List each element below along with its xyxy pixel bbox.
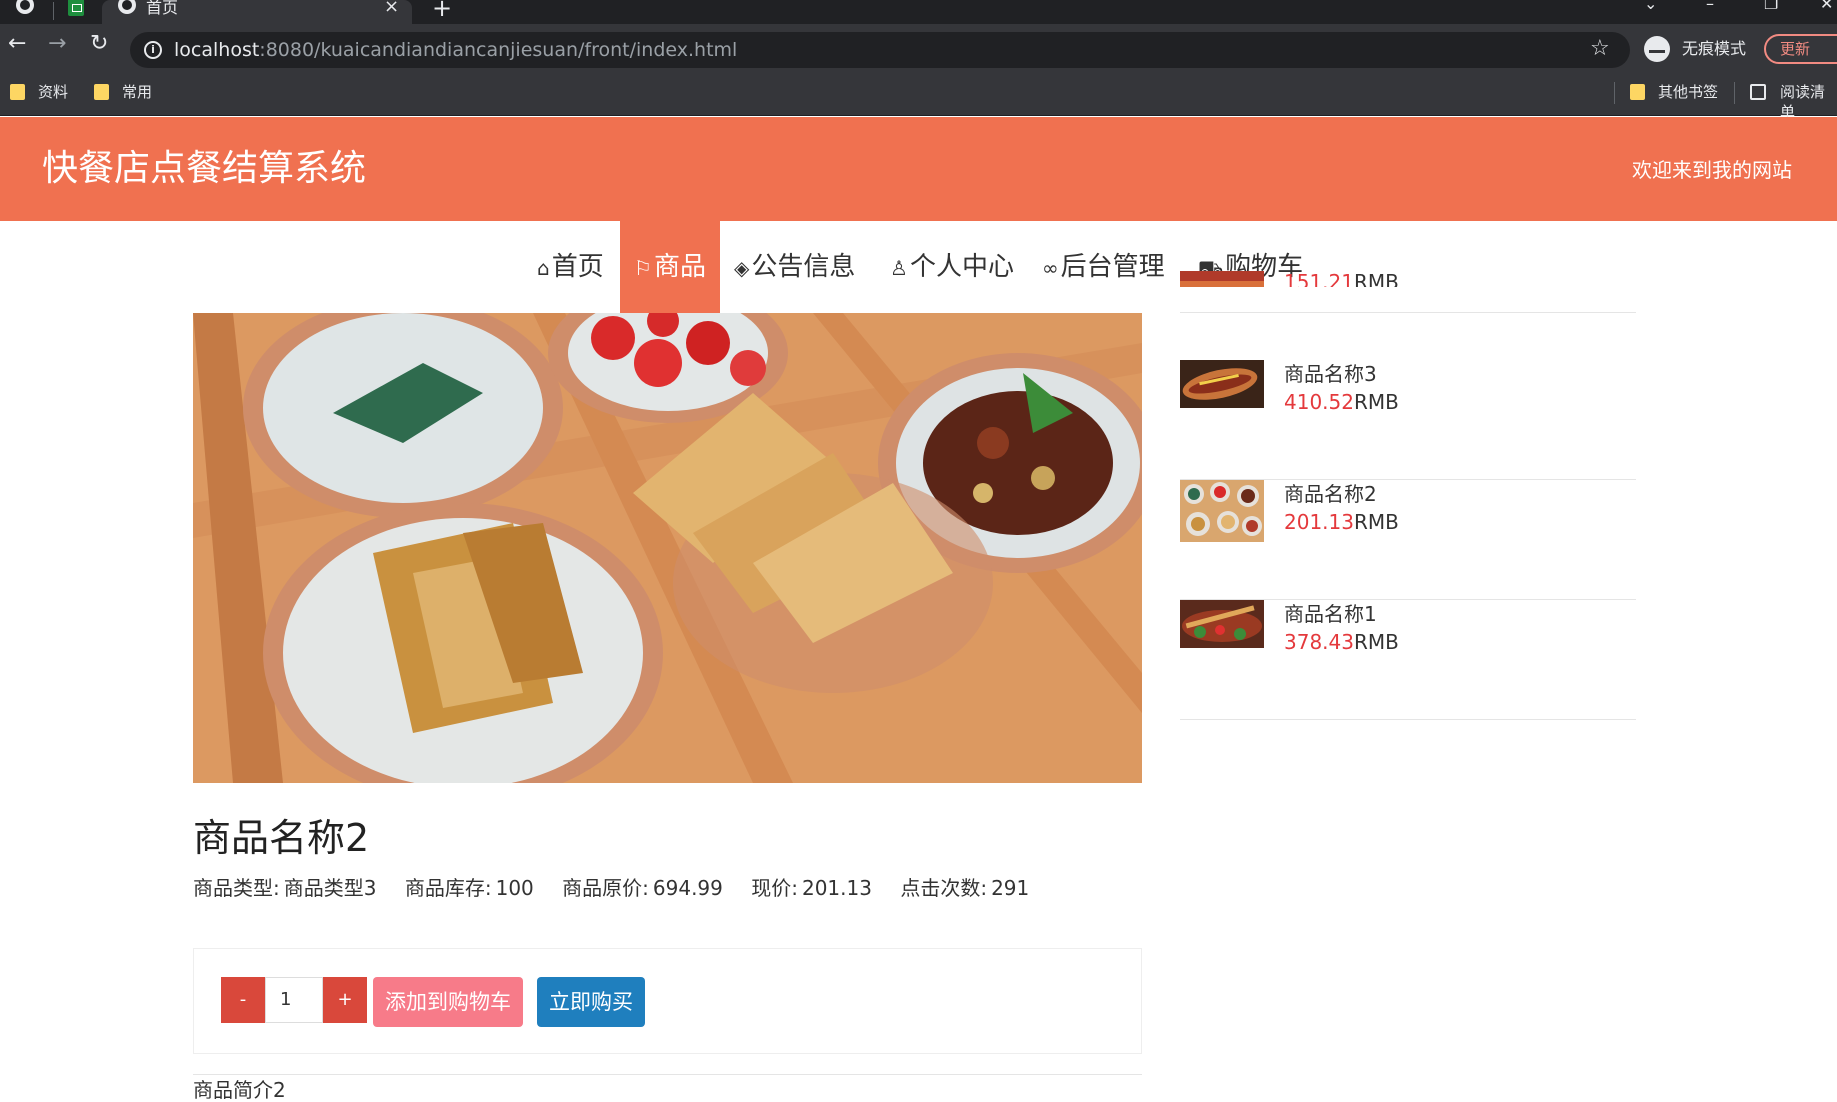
flag-icon: ⚐ bbox=[634, 256, 652, 280]
forward-icon[interactable]: → bbox=[48, 30, 66, 58]
nav-item-profile[interactable]: ♙个人中心 bbox=[890, 221, 1014, 313]
thumbnail-image bbox=[1180, 600, 1264, 648]
food-box-illustration bbox=[193, 313, 1142, 783]
other-bookmarks[interactable]: 其他书签 bbox=[1658, 82, 1718, 102]
product-name[interactable]: 商品名称3 bbox=[1284, 360, 1377, 388]
thumbnail-image bbox=[1180, 360, 1264, 408]
globe-icon[interactable] bbox=[16, 0, 34, 14]
tab-separator bbox=[53, 2, 54, 20]
sheets-icon[interactable] bbox=[68, 0, 84, 16]
stock-value: 100 bbox=[495, 876, 534, 900]
product-price: 201.13RMB bbox=[1284, 510, 1399, 534]
product-intro: 商品简介2 bbox=[193, 1078, 286, 1102]
home-icon: ⌂ bbox=[537, 256, 550, 280]
product-image bbox=[193, 313, 1142, 783]
site-title: 快餐店点餐结算系统 bbox=[42, 148, 367, 189]
buy-now-button[interactable]: 立即购买 bbox=[537, 977, 645, 1027]
product-price: 151.21RMB bbox=[1284, 273, 1399, 287]
product-thumbnail[interactable] bbox=[1180, 600, 1264, 648]
welcome-text: 欢迎来到我的网站 bbox=[1632, 158, 1792, 182]
price-label: 现价: bbox=[751, 876, 798, 900]
reading-list-icon[interactable] bbox=[1750, 84, 1766, 100]
folder-icon bbox=[10, 84, 25, 100]
tab-title: 首页 bbox=[146, 0, 179, 17]
new-tab-icon[interactable]: + bbox=[432, 0, 452, 20]
back-icon[interactable]: ← bbox=[8, 30, 26, 58]
orig-price-value: 694.99 bbox=[652, 876, 723, 900]
tab-close-icon[interactable]: × bbox=[384, 0, 399, 16]
add-to-cart-button[interactable]: 添加到购物车 bbox=[373, 977, 523, 1027]
thumbnail-image bbox=[1180, 271, 1264, 287]
folder-icon bbox=[94, 84, 109, 100]
reading-list[interactable]: 阅读清单 bbox=[1780, 82, 1837, 122]
stock-label: 商品库存: bbox=[404, 876, 492, 900]
list-item[interactable]: 商品名称2 201.13RMB bbox=[1180, 480, 1636, 600]
price-value: 201.13 bbox=[801, 876, 872, 900]
site-info-icon[interactable]: i bbox=[144, 41, 162, 59]
product-name: 商品名称2 bbox=[193, 816, 370, 860]
minimize-icon[interactable]: – bbox=[1706, 0, 1714, 13]
address-bar[interactable]: i localhost:8080/kuaicandiandiancanjiesu… bbox=[130, 32, 1630, 68]
nav-item-notices[interactable]: ◈公告信息 bbox=[734, 221, 855, 313]
clicks-label: 点击次数: bbox=[900, 876, 988, 900]
product-thumbnail[interactable] bbox=[1180, 360, 1264, 408]
clicks-value: 291 bbox=[991, 876, 1030, 900]
bookmark-folder-changyong[interactable]: 常用 bbox=[122, 82, 152, 102]
folder-icon bbox=[1630, 84, 1645, 100]
nav-item-home[interactable]: ⌂首页 bbox=[527, 221, 614, 313]
update-button[interactable]: 更新 bbox=[1764, 34, 1837, 64]
nav-item-admin[interactable]: ∞后台管理 bbox=[1042, 221, 1165, 313]
bookmark-separator bbox=[1614, 82, 1615, 104]
product-meta: 商品类型: 商品类型3 商品库存: 100 商品原价: 694.99 现价: 201.1… bbox=[193, 874, 1051, 902]
list-item[interactable]: 商品名称3 410.52RMB bbox=[1180, 360, 1636, 480]
purchase-panel: - 1 + 添加到购物车 立即购买 bbox=[193, 948, 1142, 1054]
tag-icon: ◈ bbox=[734, 256, 750, 280]
product-name[interactable]: 商品名称2 bbox=[1284, 480, 1377, 508]
list-item[interactable]: 商品名称1 378.43RMB bbox=[1180, 600, 1636, 720]
product-thumbnail[interactable] bbox=[1180, 480, 1264, 542]
list-item[interactable]: 151.21RMB bbox=[1180, 193, 1636, 313]
incognito-icon[interactable] bbox=[1644, 36, 1670, 62]
orig-price-label: 商品原价: bbox=[562, 876, 649, 900]
browser-toolbar: ← → ↻ i localhost:8080/kuaicandiandianca… bbox=[0, 24, 1837, 70]
url-text: localhost:8080/kuaicandiandiancanjiesuan… bbox=[174, 39, 738, 61]
thumbnail-image bbox=[1180, 480, 1264, 542]
bookmarks-bar: 资料 常用 其他书签 阅读清单 bbox=[0, 70, 1837, 121]
quantity-input[interactable]: 1 bbox=[265, 977, 323, 1023]
reload-icon[interactable]: ↻ bbox=[90, 30, 108, 58]
qty-decrease-button[interactable]: - bbox=[221, 977, 265, 1023]
qty-increase-button[interactable]: + bbox=[323, 977, 367, 1023]
product-price: 378.43RMB bbox=[1284, 630, 1399, 654]
link-icon: ∞ bbox=[1042, 256, 1059, 280]
product-name[interactable]: 商品名称1 bbox=[1284, 600, 1377, 628]
bookmark-star-icon[interactable]: ☆ bbox=[1590, 36, 1610, 61]
tab-search-icon[interactable]: ⌄ bbox=[1644, 0, 1657, 13]
incognito-label: 无痕模式 bbox=[1682, 39, 1747, 58]
user-icon: ♙ bbox=[890, 256, 908, 280]
type-label: 商品类型: bbox=[193, 876, 280, 900]
bookmark-separator bbox=[1734, 82, 1735, 104]
nav-item-products[interactable]: ⚐商品 bbox=[620, 221, 720, 313]
window-close-icon[interactable]: ✕ bbox=[1820, 0, 1833, 13]
product-thumbnail[interactable] bbox=[1180, 271, 1264, 287]
bookmark-folder-ziliao[interactable]: 资料 bbox=[38, 82, 68, 102]
product-price: 410.52RMB bbox=[1284, 390, 1399, 414]
restore-icon[interactable]: ❐ bbox=[1764, 0, 1778, 13]
type-value: 商品类型3 bbox=[283, 876, 377, 900]
browser-tabstrip: 首页 × + ⌄ – ❐ ✕ bbox=[0, 0, 1837, 24]
section-divider bbox=[193, 1074, 1142, 1075]
